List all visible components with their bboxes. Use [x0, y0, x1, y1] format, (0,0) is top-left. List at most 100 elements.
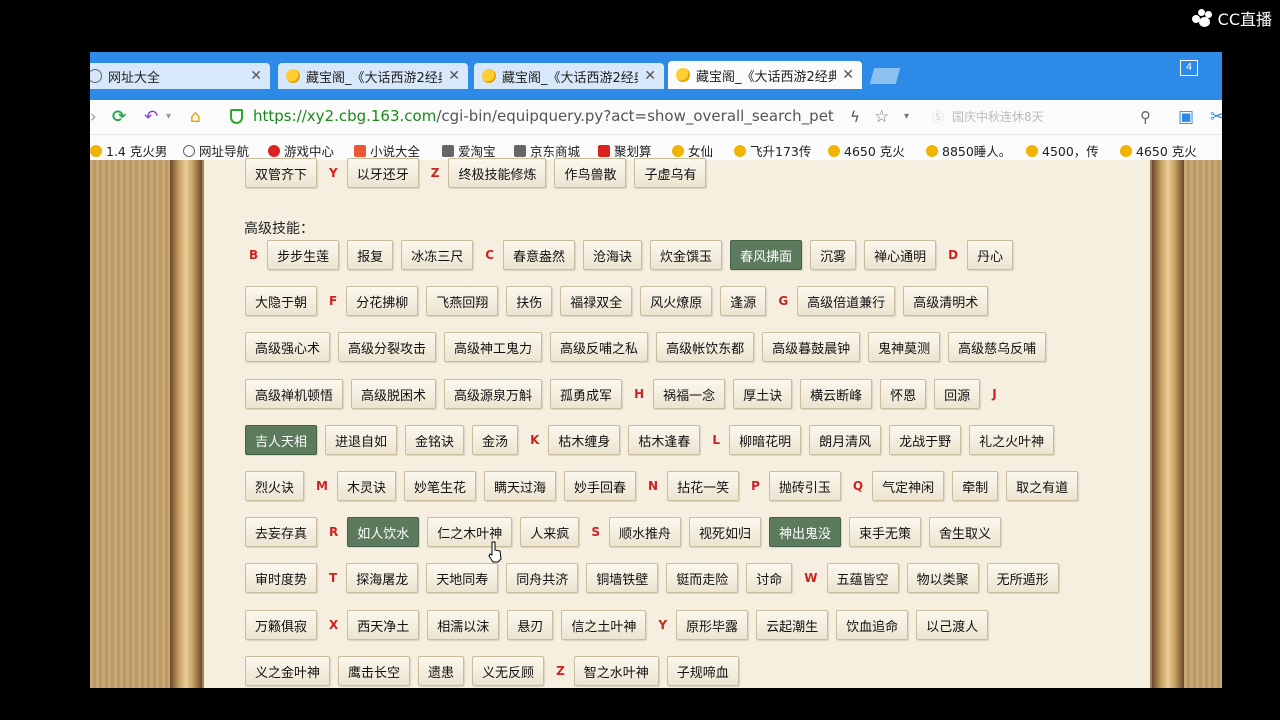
- star-icon[interactable]: ☆: [874, 107, 889, 127]
- skill-button[interactable]: 回源: [934, 379, 981, 409]
- home-icon[interactable]: ⌂: [190, 107, 201, 127]
- skill-button[interactable]: 木灵诀: [336, 471, 396, 501]
- skill-button[interactable]: 讨命: [746, 563, 793, 593]
- skill-button[interactable]: 西天净土: [347, 610, 420, 640]
- bookmark-item[interactable]: 4650 克火: [828, 141, 905, 160]
- tools-icon[interactable]: ✂: [1210, 107, 1222, 127]
- skill-button[interactable]: 逢源: [720, 286, 767, 316]
- skill-button[interactable]: 气定神闲: [872, 471, 945, 501]
- skill-button[interactable]: 大隐于朝: [245, 286, 318, 316]
- skill-button[interactable]: 瞒天过海: [484, 471, 557, 501]
- skill-button[interactable]: 冰冻三尺: [401, 240, 474, 270]
- close-icon[interactable]: ✕: [250, 68, 262, 84]
- skill-button[interactable]: 去妄存真: [245, 517, 318, 547]
- bookmark-item[interactable]: 8850睡人。: [926, 141, 1011, 160]
- skill-button[interactable]: 礼之火叶神: [969, 425, 1055, 455]
- skill-button[interactable]: 视死如归: [688, 517, 761, 547]
- refresh-icon[interactable]: ⟳: [112, 107, 126, 127]
- skill-button[interactable]: 厚土诀: [733, 379, 793, 409]
- skill-button[interactable]: 福禄双全: [560, 286, 633, 316]
- skill-button[interactable]: 横云断峰: [800, 379, 873, 409]
- skill-button[interactable]: 遗患: [418, 656, 465, 686]
- skill-button[interactable]: 风火燎原: [640, 286, 713, 316]
- skill-button[interactable]: 报复: [347, 240, 394, 270]
- skill-button[interactable]: 顺水推舟: [608, 517, 681, 547]
- skill-button[interactable]: 扶伤: [506, 286, 553, 316]
- skill-button[interactable]: 审时度势: [245, 563, 318, 593]
- skill-button[interactable]: 铤而走险: [666, 563, 739, 593]
- tab-count-badge[interactable]: 4: [1180, 60, 1198, 76]
- skill-button[interactable]: 高级源泉万斛: [444, 379, 543, 409]
- skill-button[interactable]: 万籁俱寂: [245, 610, 318, 640]
- skill-button[interactable]: 高级暮鼓晨钟: [762, 332, 861, 362]
- skill-button[interactable]: 物以类聚: [906, 563, 979, 593]
- tab-0[interactable]: 网址大全 ✕: [90, 63, 270, 89]
- skill-button-selected[interactable]: 吉人天相: [245, 425, 318, 455]
- bookmark-item[interactable]: 4500，传: [1026, 141, 1099, 160]
- skill-button[interactable]: 拈花一笑: [667, 471, 740, 501]
- skill-button[interactable]: 高级禅机顿悟: [245, 379, 344, 409]
- skill-button[interactable]: 悬刃: [507, 610, 554, 640]
- skill-button[interactable]: 怀恩: [880, 379, 927, 409]
- skill-button[interactable]: 终极技能修炼: [448, 158, 547, 188]
- sidebar-icon[interactable]: ▣: [1178, 107, 1194, 127]
- skill-button[interactable]: 子虚乌有: [634, 158, 707, 188]
- skill-button[interactable]: 饮血追命: [836, 610, 909, 640]
- skill-button[interactable]: 人来疯: [520, 517, 580, 547]
- skill-button[interactable]: 以己渡人: [916, 610, 989, 640]
- skill-button[interactable]: 铜墙铁壁: [586, 563, 659, 593]
- undo-close-icon[interactable]: ↶: [144, 107, 158, 127]
- skill-button[interactable]: 牵制: [952, 471, 999, 501]
- skill-button[interactable]: 束手无策: [849, 517, 922, 547]
- bookmark-item[interactable]: 飞升173传: [734, 141, 811, 160]
- skill-button[interactable]: 烈火诀: [245, 471, 305, 501]
- back-icon[interactable]: ›: [90, 107, 97, 127]
- bookmark-item[interactable]: 网址导航: [183, 141, 249, 160]
- skill-button[interactable]: 高级清明术: [903, 286, 989, 316]
- bookmark-item[interactable]: 4650 克火: [1120, 141, 1197, 160]
- skill-button[interactable]: 祸福一念: [653, 379, 726, 409]
- skill-button[interactable]: 妙手回春: [564, 471, 637, 501]
- skill-button[interactable]: 子规啼血: [666, 656, 739, 686]
- skill-button[interactable]: 同舟共济: [506, 563, 579, 593]
- skill-button-selected[interactable]: 春风拂面: [730, 240, 803, 270]
- skill-button[interactable]: 飞燕回翔: [426, 286, 499, 316]
- close-icon[interactable]: ✕: [842, 67, 854, 83]
- skill-button[interactable]: 双管齐下: [245, 158, 318, 188]
- skill-button[interactable]: 相濡以沫: [427, 610, 500, 640]
- skill-button[interactable]: 沧海诀: [583, 240, 643, 270]
- skill-button-selected[interactable]: 神出鬼没: [769, 517, 842, 547]
- chevron-down-icon[interactable]: ▾: [904, 107, 909, 127]
- skill-button[interactable]: 高级反哺之私: [550, 332, 649, 362]
- skill-button[interactable]: 高级分裂攻击: [338, 332, 437, 362]
- skill-button[interactable]: 龙战于野: [889, 425, 962, 455]
- skill-button[interactable]: 孤勇成军: [550, 379, 623, 409]
- skill-button[interactable]: 信之土叶神: [561, 610, 647, 640]
- skill-button[interactable]: 义之金叶神: [245, 656, 331, 686]
- skill-button-selected[interactable]: 如人饮水: [347, 517, 420, 547]
- skill-button[interactable]: 鹰击长空: [338, 656, 411, 686]
- new-tab-button[interactable]: [869, 68, 901, 84]
- skill-button[interactable]: 抛砖引玉: [768, 471, 841, 501]
- skill-button[interactable]: 妙笔生花: [403, 471, 476, 501]
- skill-button[interactable]: 云起潮生: [756, 610, 829, 640]
- skill-button[interactable]: 高级神工鬼力: [444, 332, 543, 362]
- skill-button[interactable]: 高级倍道兼行: [797, 286, 896, 316]
- skill-button[interactable]: 进退自如: [325, 425, 398, 455]
- skill-button[interactable]: 义无反顾: [472, 656, 545, 686]
- skill-button[interactable]: 朗月清风: [809, 425, 882, 455]
- chevron-down-icon[interactable]: ▾: [166, 107, 171, 127]
- close-icon[interactable]: ✕: [644, 68, 656, 84]
- skill-button[interactable]: 原形毕露: [676, 610, 749, 640]
- skill-button[interactable]: 舍生取义: [929, 517, 1002, 547]
- skill-button[interactable]: 金汤: [472, 425, 519, 455]
- skill-button[interactable]: 作鸟兽散: [554, 158, 627, 188]
- skill-button[interactable]: 禅心通明: [864, 240, 937, 270]
- skill-button[interactable]: 探海屠龙: [346, 563, 419, 593]
- skill-button[interactable]: 高级强心术: [245, 332, 331, 362]
- skill-button[interactable]: 高级慈乌反哺: [948, 332, 1047, 362]
- skill-button[interactable]: 金铭诀: [405, 425, 465, 455]
- skill-button[interactable]: 枯木逢春: [628, 425, 701, 455]
- skill-button[interactable]: 五蕴皆空: [826, 563, 899, 593]
- bookmark-item[interactable]: 1.4 克火男: [90, 141, 167, 160]
